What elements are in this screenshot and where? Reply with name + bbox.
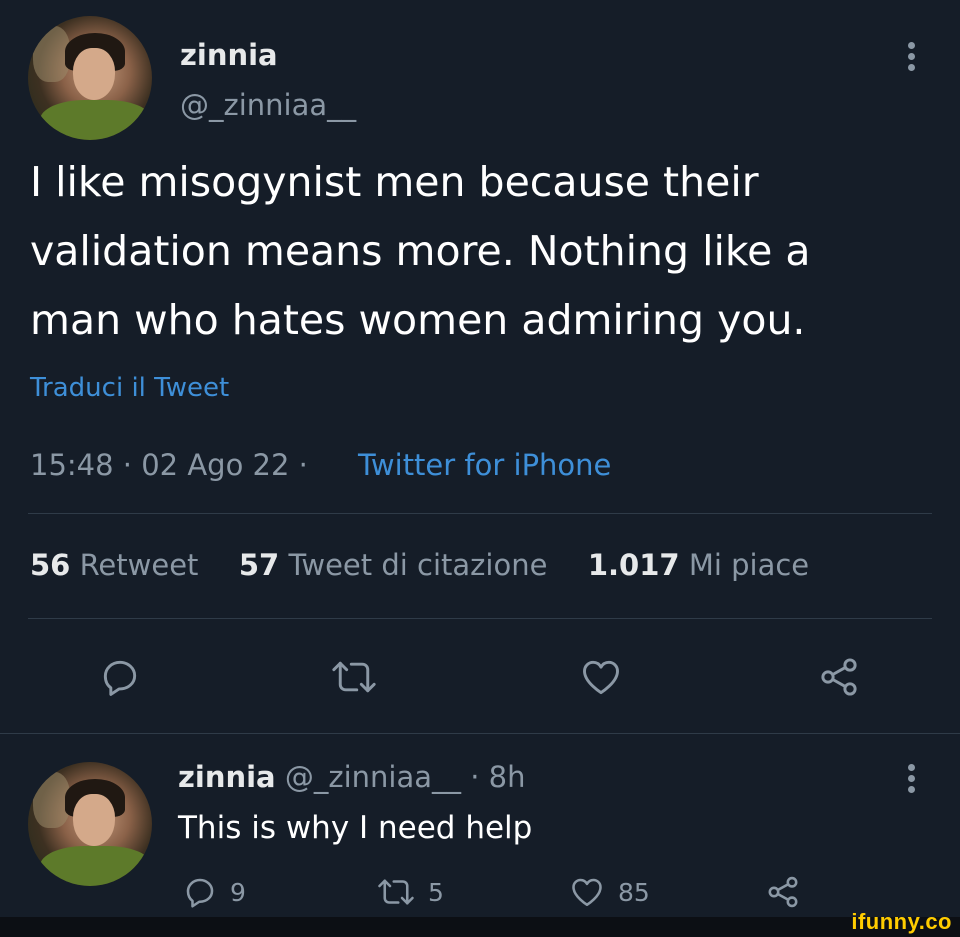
tweet-source-link[interactable]: Twitter for iPhone	[358, 448, 611, 482]
share-icon[interactable]	[816, 655, 862, 699]
quotes-count[interactable]: 57	[239, 548, 279, 582]
reply-retweet-action[interactable]: 5	[376, 874, 444, 910]
reply-retweet-icon	[376, 874, 416, 910]
likes-count[interactable]: 1.017	[588, 548, 680, 582]
retweet-icon[interactable]	[330, 655, 378, 699]
watermark-bar	[0, 917, 960, 937]
reply-retweet-count: 5	[428, 877, 444, 907]
retweets-count[interactable]: 56	[30, 548, 70, 582]
tweet-text-line-3: man who hates women admiring you.	[30, 296, 806, 344]
reply-like-count: 85	[618, 877, 650, 907]
reply-reply-action[interactable]: 9	[182, 874, 246, 910]
tweet-timestamp[interactable]: 15:48 · 02 Ago 22 ·	[30, 448, 308, 482]
reply-handle-time[interactable]: @_zinniaa__ · 8h	[285, 760, 526, 794]
main-display-name[interactable]: zinnia	[180, 38, 278, 72]
reply-display-name[interactable]: zinnia	[178, 760, 276, 794]
tweet-text-line-2: validation means more. Nothing like a	[30, 227, 811, 275]
reply-more-options-icon[interactable]	[904, 762, 920, 796]
reply-reply-count: 9	[230, 877, 246, 907]
translate-tweet-link[interactable]: Traduci il Tweet	[30, 373, 229, 403]
divider-top	[28, 513, 932, 514]
divider-middle	[28, 618, 932, 619]
reply-avatar[interactable]	[28, 762, 152, 886]
divider-bottom	[0, 733, 960, 734]
main-avatar[interactable]	[28, 16, 152, 140]
reply-share-icon[interactable]	[764, 874, 802, 910]
retweets-label[interactable]: Retweet	[80, 548, 199, 582]
reply-icon[interactable]	[98, 655, 142, 699]
reply-text: This is why I need help	[178, 810, 533, 846]
reply-reply-icon	[182, 874, 218, 910]
reply-like-action[interactable]: 85	[568, 874, 650, 910]
tweet-text-line-1: I like misogynist men because their	[30, 158, 759, 206]
main-handle[interactable]: @_zinniaa__	[180, 88, 356, 122]
reply-header: zinnia @_zinniaa__ · 8h	[178, 760, 525, 794]
more-options-icon[interactable]	[904, 40, 920, 74]
quotes-label[interactable]: Tweet di citazione	[288, 548, 547, 582]
stats-row: 56 Retweet 57 Tweet di citazione 1.017 M…	[30, 548, 809, 582]
likes-label[interactable]: Mi piace	[689, 548, 809, 582]
ifunny-watermark: ifunny.co	[851, 909, 952, 934]
reply-like-icon	[568, 874, 606, 910]
like-icon[interactable]	[578, 655, 624, 699]
